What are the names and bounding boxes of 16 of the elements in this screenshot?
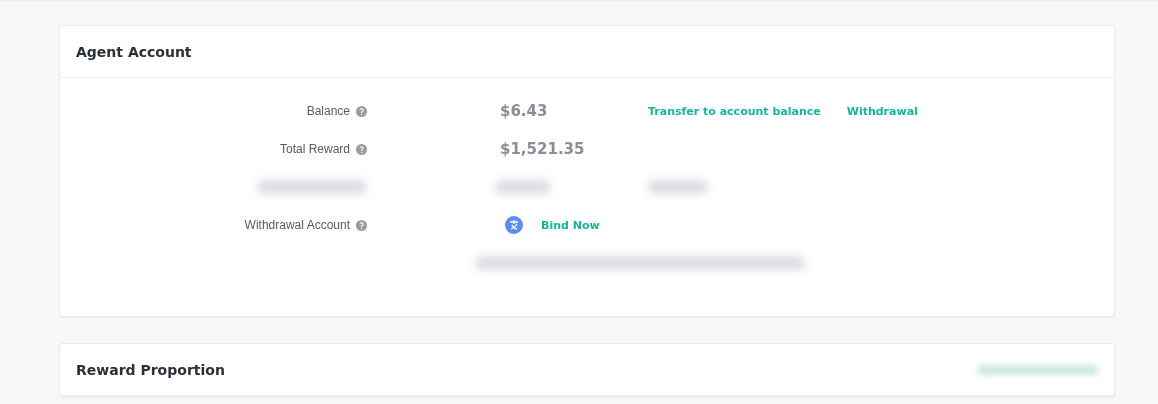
field-label: Balance (306, 104, 350, 118)
blurred-action (648, 180, 708, 194)
bind-link[interactable]: Bind Now (541, 218, 600, 232)
amount-value: $1,521.35 (500, 140, 585, 158)
action-link[interactable]: Transfer to account balance (648, 104, 821, 118)
amount-value: $6.43 (500, 102, 548, 120)
field-label: Withdrawal Account (244, 218, 350, 232)
help-icon[interactable] (356, 143, 367, 155)
field-label: Total Reward (279, 142, 350, 156)
card-title: Reward Proportion (76, 361, 225, 378)
action-link[interactable]: Withdrawal (846, 104, 918, 118)
card-title: Agent Account (76, 43, 192, 60)
help-icon[interactable] (356, 105, 367, 117)
blurred-value (495, 180, 551, 194)
help-icon[interactable] (356, 219, 367, 231)
payment-icon (505, 216, 523, 234)
